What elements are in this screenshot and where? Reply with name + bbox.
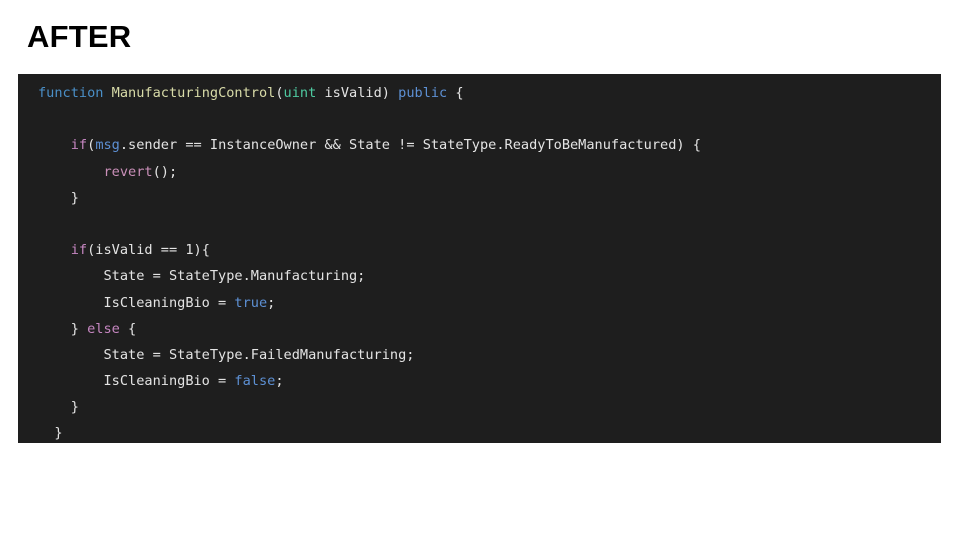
code-token-plain: IsCleaningBio =	[38, 373, 235, 390]
code-token-plain: {	[447, 85, 464, 101]
code-token-ctrl: if	[70, 137, 88, 154]
code-line: }	[18, 185, 941, 211]
code-line: State = StateType.FailedManufacturing;	[18, 342, 941, 368]
code-token-plain: }	[38, 425, 63, 442]
code-line: }	[18, 420, 941, 443]
code-token-plain: .sender == InstanceOwner && State != Sta…	[119, 137, 701, 154]
code-line: revert();	[18, 159, 941, 185]
code-token-plain: ;	[275, 373, 284, 390]
code-token-plain: (isValid == 1){	[87, 242, 210, 259]
code-token-plain: (	[275, 85, 284, 101]
code-token-ctrl: if	[70, 242, 88, 259]
code-token-plain: isValid)	[316, 85, 399, 101]
code-token-plain: {	[119, 320, 137, 337]
code-token-plain: State = StateType.Manufacturing;	[38, 268, 366, 285]
code-token-method: revert	[103, 163, 153, 180]
code-token-lit: false	[234, 373, 276, 390]
code-block: function ManufacturingControl(uint isVal…	[18, 74, 941, 443]
code-line: IsCleaningBio = false;	[18, 368, 941, 394]
code-token-plain: ;	[267, 294, 276, 311]
code-line: State = StateType.Manufacturing;	[18, 263, 941, 289]
code-token-global: msg	[95, 137, 120, 154]
code-line: } else {	[18, 316, 941, 342]
slide-canvas: AFTER function ManufacturingControl(uint…	[0, 0, 960, 540]
page-title: AFTER	[27, 19, 132, 54]
code-lines-container: function ManufacturingControl(uint isVal…	[18, 80, 941, 443]
code-token-plain: State = StateType.FailedManufacturing;	[38, 346, 415, 363]
code-token-ctrl: else	[87, 320, 120, 337]
code-line: if(msg.sender == InstanceOwner && State …	[18, 132, 941, 158]
code-token-plain: IsCleaningBio =	[38, 294, 235, 311]
code-token-lit: true	[234, 294, 268, 311]
code-token-mod: public	[398, 85, 448, 101]
code-token-plain: }	[38, 399, 79, 416]
code-token-kw: function	[38, 85, 104, 101]
code-token-plain: }	[38, 320, 88, 337]
code-line: function ManufacturingControl(uint isVal…	[18, 80, 941, 106]
code-line: IsCleaningBio = true;	[18, 290, 941, 316]
code-token-plain: }	[38, 189, 79, 206]
code-token-plain: ();	[152, 163, 178, 180]
code-token-fn: ManufacturingControl	[111, 85, 276, 101]
code-token-type: uint	[283, 85, 317, 101]
code-line: }	[18, 394, 941, 420]
code-line: if(isValid == 1){	[18, 237, 941, 263]
